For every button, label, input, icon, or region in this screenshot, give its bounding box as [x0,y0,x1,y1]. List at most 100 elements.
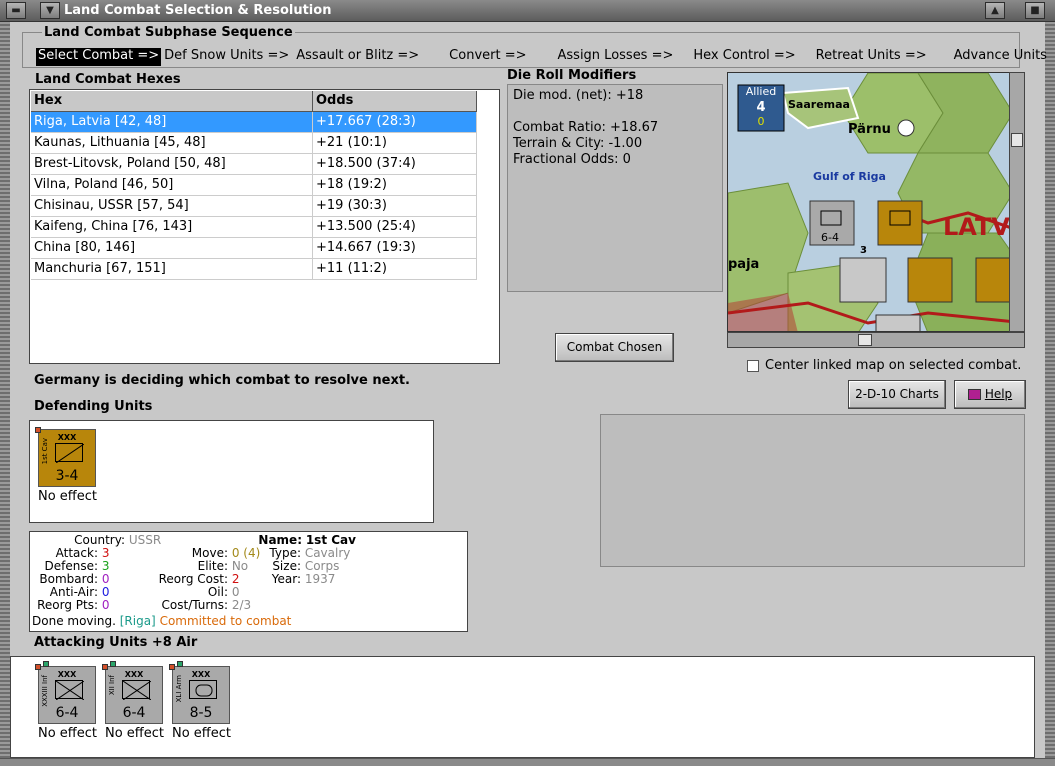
allied-sub: 0 [757,115,765,128]
unit-name: XII Inf [108,675,116,696]
cavalry-symbol-icon [55,443,85,464]
attacking-unit-result: No effect [38,726,98,741]
hex-table-row[interactable]: Chisinau, USSR [57, 54] +19 (30:3) [31,196,477,217]
infantry-symbol-icon [55,680,85,701]
hex-cell: Kaifeng, China [76, 143] [31,217,313,238]
hex-cell: China [80, 146] [31,238,313,259]
map-vscroll-thumb[interactable] [1011,133,1023,147]
restore-icon[interactable]: ▲ [985,2,1005,19]
step-convert: Convert => [449,48,527,63]
sequence-steps: Select Combat => Def Snow Units => Assau… [36,48,1047,66]
year-label: Year: [271,572,301,586]
combat-window: ▬ ▼ Land Combat Selection & Resolution ▲… [0,0,1055,766]
unit-name: XLI Arm [175,675,183,703]
map-vertical-scrollbar[interactable] [1009,72,1025,332]
hex-cell: Manchuria [67, 151] [31,259,313,280]
step-advance-units: Advance Units [953,48,1047,63]
charts-button[interactable]: 2-D-10 Charts [848,380,946,409]
help-label: Help [984,387,1013,401]
die-mod-net: Die mod. (net): +18 [513,88,644,103]
odds-cell: +19 (30:3) [313,196,477,217]
size-value: Corps [304,559,340,573]
defending-unit-counter[interactable]: XXX 1st Cav 3-4 [35,427,96,487]
hex-cell: Brest-Litovsk, Poland [50, 48] [31,154,313,175]
map-horizontal-scrollbar[interactable] [727,332,1025,348]
die-roll-title: Die Roll Modifiers [507,68,637,83]
hex-cell: Kaunas, Lithuania [45, 48] [31,133,313,154]
attacking-unit-counter[interactable]: XXX XXXIII Inf 6-4 [35,661,96,724]
center-map-option[interactable]: Center linked map on selected combat. [747,358,1021,373]
odds-cell: +13.500 (25:4) [313,217,477,238]
hex-cell: Vilna, Poland [46, 50] [31,175,313,196]
location-text: [Riga] [119,614,156,628]
unit-strength: 6-4 [55,705,79,721]
window-frame-right [1045,22,1055,766]
center-map-label: Center linked map on selected combat. [765,358,1022,373]
hex-table-row[interactable]: China [80, 146] +14.667 (19:3) [31,238,477,259]
step-assign-losses: Assign Losses => [557,48,674,63]
center-map-checkbox[interactable] [747,359,759,372]
attacking-unit-counter[interactable]: XXX XLI Arm 8-5 [169,661,230,724]
hex-cell: Riga, Latvia [42, 48] [31,112,313,133]
cost-turns-value: 2/3 [231,598,252,612]
map-label-latvia: LATV [943,213,1010,241]
defending-unit-result: No effect [38,489,98,504]
combat-chosen-button[interactable]: Combat Chosen [555,333,674,362]
attacking-unit-counter[interactable]: XXX XII Inf 6-4 [102,661,163,724]
hex-cell: Chisinau, USSR [57, 54] [31,196,313,217]
name-value: 1st Cav [305,533,356,547]
status-message: Germany is deciding which combat to reso… [34,373,410,388]
hex-table-row[interactable]: Kaunas, Lithuania [45, 48] +21 (10:1) [31,133,477,154]
linked-map[interactable]: Pärnu Saaremaa Gulf of Riga LATV paja 6-… [727,72,1025,332]
step-hex-control: Hex Control => [693,48,796,63]
map-stack-count: 3 [860,245,867,256]
year-value: 1937 [304,572,336,586]
help-button[interactable]: Help [954,380,1026,409]
hexes-title: Land Combat Hexes [35,72,181,87]
type-value: Cavalry [304,546,351,560]
oil-value: 0 [231,585,240,599]
column-hex[interactable]: Hex [31,91,313,112]
odds-cell: +18 (19:2) [313,175,477,196]
unit-info-panel: Country: USSR Attack: 3 Defense: 3 Bomba… [29,531,468,632]
step-def-snow-units: Def Snow Units => [164,48,290,63]
unit-strength: 8-5 [189,705,213,721]
combat-ratio: Combat Ratio: +18.67 [513,120,659,135]
map-label-parnu: Pärnu [848,122,891,137]
hex-table-row[interactable]: Manchuria [67, 151] +11 (11:2) [31,259,477,280]
hex-table-row[interactable]: Brest-Litovsk, Poland [50, 48] +18.500 (3… [31,154,477,175]
column-odds[interactable]: Odds [313,91,477,112]
help-book-icon [967,389,981,400]
minimize-icon[interactable]: ▼ [40,2,60,19]
defending-title: Defending Units [34,399,153,414]
map-label-saaremaa: Saaremaa [788,98,850,111]
hexes-table: Hex Odds Riga, Latvia [42, 48] +17.667 (2… [29,89,500,364]
map-hscroll-thumb[interactable] [858,334,872,346]
done-moving-text: Done moving. [32,614,116,628]
size-label: Size: [272,559,301,573]
attacking-unit-result: No effect [105,726,165,741]
terrain-city: Terrain & City: -1.00 [513,136,643,151]
hexes-rows: Riga, Latvia [42, 48] +17.667 (28:3) Kauna… [31,112,477,280]
die-roll-box: Die mod. (net): +18 Combat Ratio: +18.67… [507,84,723,292]
hex-table-row[interactable]: Vilna, Poland [46, 50] +18 (19:2) [31,175,477,196]
hex-table-row[interactable]: Riga, Latvia [42, 48] +17.667 (28:3) [31,112,477,133]
hexes-header: Hex Odds [31,91,477,112]
unit-strength: 3-4 [55,468,79,484]
step-select-combat: Select Combat => [36,48,162,66]
map-label-paja: paja [728,257,759,272]
attacking-units-panel: XXX XXXIII Inf 6-4 No effect XXX XII Inf… [10,656,1035,758]
allied-label: Allied [745,85,777,98]
step-assault-or-blitz: Assault or Blitz => [296,48,420,63]
step-retreat-units: Retreat Units => [815,48,927,63]
title-bar: ▬ ▼ Land Combat Selection & Resolution ▲… [0,0,1055,22]
unit-flag-icon [110,661,116,667]
allied-count: 4 [756,100,766,115]
name-label: Name: [258,533,302,547]
unit-flag-icon [43,661,49,667]
hex-table-row[interactable]: Kaifeng, China [76, 143] +13.500 (25:4) [31,217,477,238]
cost-turns-label: Cost/Turns: [161,598,228,612]
close-icon[interactable]: ■ [1025,2,1045,19]
window-frame-bottom [0,758,1055,766]
system-menu-icon[interactable]: ▬ [6,2,26,19]
